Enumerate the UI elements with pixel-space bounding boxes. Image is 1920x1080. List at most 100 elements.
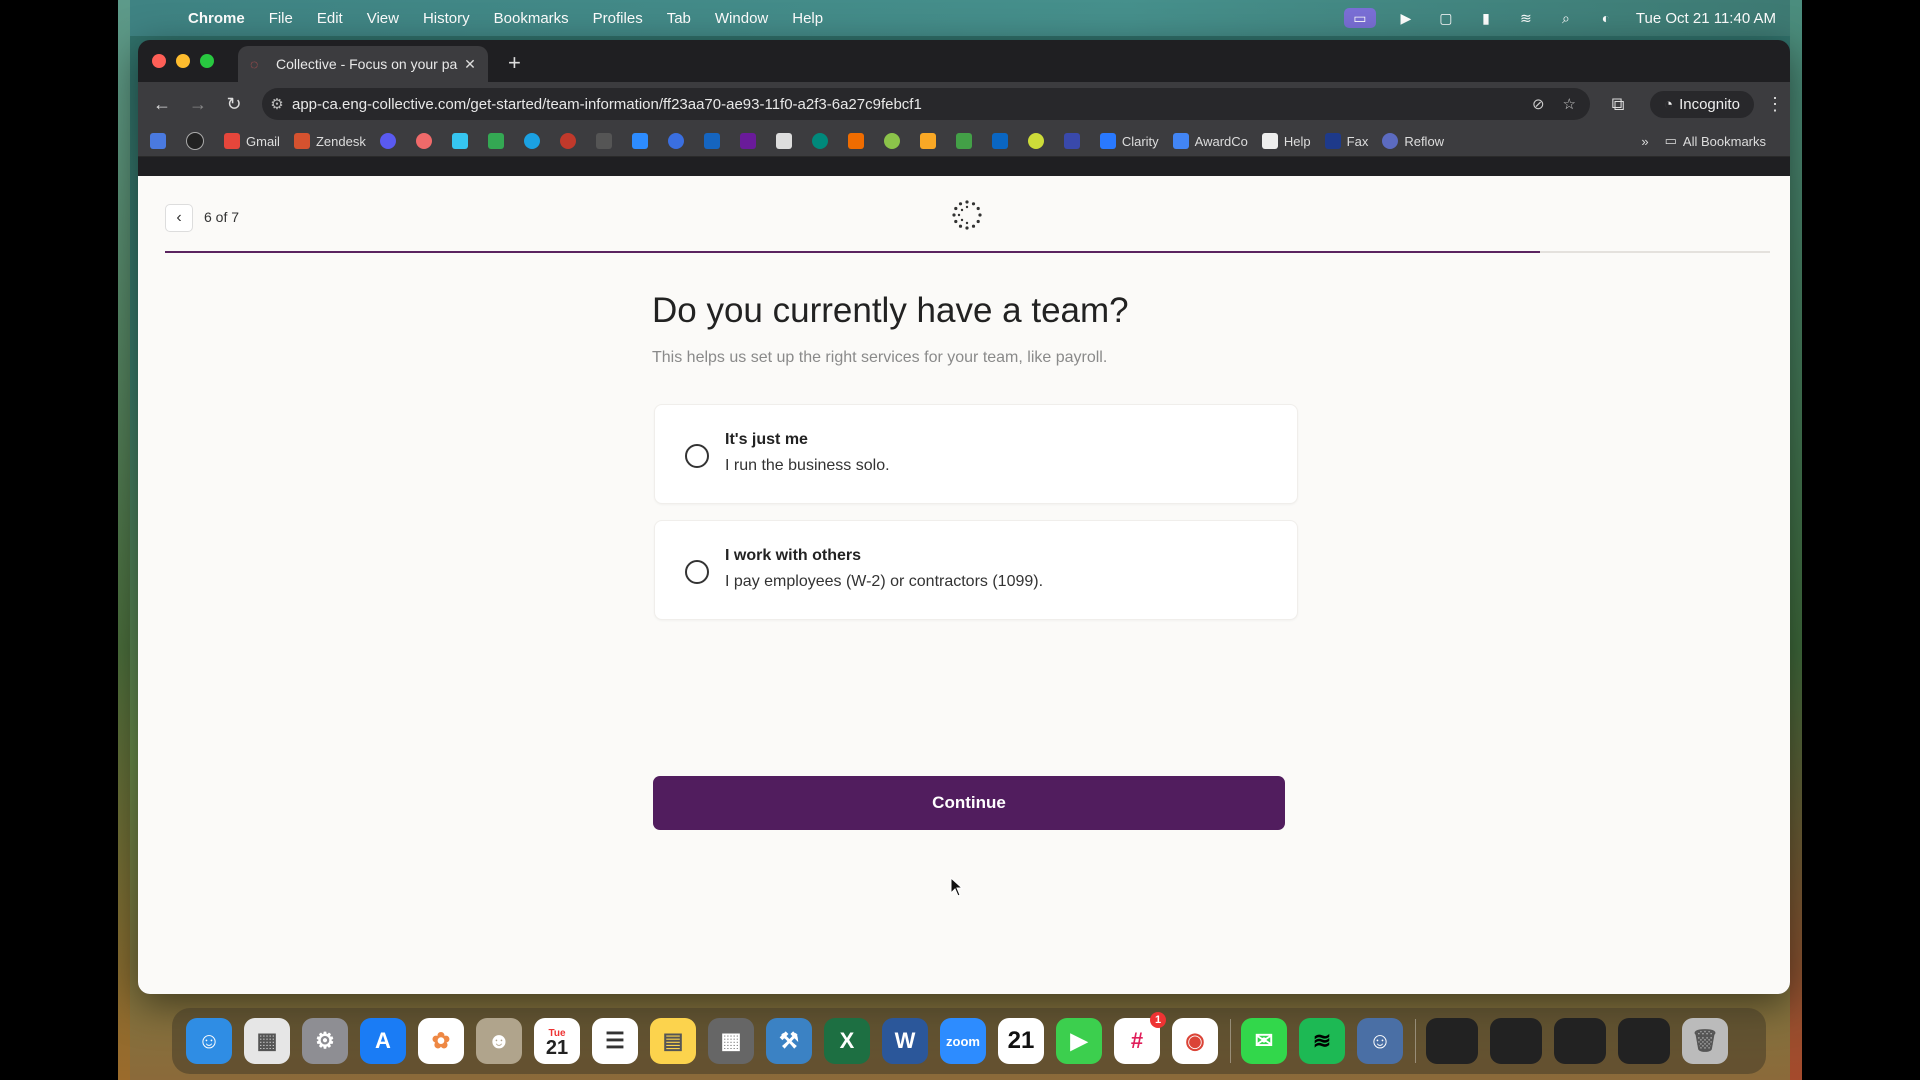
bookmark-fax[interactable]: Fax bbox=[1324, 133, 1368, 149]
contacts-icon[interactable]: ☻ bbox=[476, 1018, 522, 1064]
menubar-datetime[interactable]: Tue Oct 21 11:40 AM bbox=[1636, 10, 1776, 27]
bookmark-app9[interactable] bbox=[883, 133, 906, 149]
word-icon[interactable]: W bbox=[882, 1018, 928, 1064]
radio-work-with-others[interactable] bbox=[685, 560, 709, 584]
radio-just-me[interactable] bbox=[685, 444, 709, 468]
bookmark-reflow[interactable]: Reflow bbox=[1382, 133, 1444, 149]
option-just-me[interactable]: It's just me I run the business solo. bbox=[654, 404, 1298, 504]
eye-off-icon[interactable]: ⊘ bbox=[1532, 95, 1545, 113]
bookmark-1password[interactable] bbox=[186, 132, 210, 150]
incognito-badge[interactable]: ◔ Incognito bbox=[1650, 90, 1754, 118]
minimized-window-4[interactable] bbox=[1618, 1018, 1670, 1064]
menu-tab[interactable]: Tab bbox=[667, 10, 691, 27]
menu-window[interactable]: Window bbox=[715, 10, 768, 27]
bookmark-drive[interactable] bbox=[487, 133, 510, 149]
bookmark-app1[interactable] bbox=[379, 133, 402, 149]
bookmark-app13[interactable] bbox=[1063, 133, 1086, 149]
menu-file[interactable]: File bbox=[269, 10, 293, 27]
play-icon[interactable]: ▶ bbox=[1396, 10, 1416, 26]
screen-record-icon[interactable]: ▭ bbox=[1343, 8, 1376, 28]
minimized-window-1[interactable] bbox=[1426, 1018, 1478, 1064]
bookmark-zoom[interactable] bbox=[631, 133, 654, 149]
wifi-icon[interactable]: ≋ bbox=[1516, 10, 1536, 26]
notes-icon[interactable]: ▤ bbox=[650, 1018, 696, 1064]
calendar-icon[interactable]: Tue 21 bbox=[534, 1018, 580, 1064]
reload-icon[interactable]: ↻ bbox=[216, 94, 252, 115]
menu-bookmarks[interactable]: Bookmarks bbox=[494, 10, 569, 27]
continue-button[interactable]: Continue bbox=[653, 776, 1285, 830]
bookmark-app6[interactable] bbox=[775, 133, 798, 149]
finder-mini-icon[interactable]: ☺ bbox=[1357, 1018, 1403, 1064]
menu-edit[interactable]: Edit bbox=[317, 10, 343, 27]
menu-profiles[interactable]: Profiles bbox=[593, 10, 643, 27]
option-work-with-others[interactable]: I work with others I pay employees (W-2)… bbox=[654, 520, 1298, 620]
minimized-window-3[interactable] bbox=[1554, 1018, 1606, 1064]
star-icon[interactable]: ☆ bbox=[1563, 95, 1576, 113]
address-bar[interactable]: ⚙ app-ca.eng-collective.com/get-started/… bbox=[262, 88, 1590, 120]
trash-icon[interactable]: 🗑 bbox=[1682, 1018, 1728, 1064]
messages-icon[interactable]: ✉ bbox=[1241, 1018, 1287, 1064]
control-center-icon[interactable]: ◐ bbox=[1596, 10, 1616, 26]
bookmark-salesforce[interactable] bbox=[523, 133, 546, 149]
reminders-icon[interactable]: ☰ bbox=[592, 1018, 638, 1064]
calculator-icon[interactable]: ▦ bbox=[708, 1018, 754, 1064]
bookmark-slack[interactable] bbox=[451, 133, 474, 149]
finder-icon[interactable]: ☺ bbox=[186, 1018, 232, 1064]
app-store-icon[interactable]: A bbox=[360, 1018, 406, 1064]
close-window-button[interactable] bbox=[152, 54, 166, 68]
excel-icon[interactable]: X bbox=[824, 1018, 870, 1064]
url-text[interactable]: app-ca.eng-collective.com/get-started/te… bbox=[292, 96, 1532, 113]
spotlight-icon[interactable]: ⌕ bbox=[1556, 10, 1576, 26]
bookmark-app12[interactable] bbox=[1027, 133, 1050, 149]
bookmark-gmail[interactable]: Gmail bbox=[224, 133, 280, 149]
close-tab-icon[interactable]: ✕ bbox=[460, 56, 480, 73]
tab-collective[interactable]: ◌ Collective - Focus on your pa ✕ bbox=[238, 46, 488, 82]
xcode-icon[interactable]: ⚒ bbox=[766, 1018, 812, 1064]
bookmark-linkedin[interactable] bbox=[991, 133, 1014, 149]
facetime-icon[interactable]: ▶ bbox=[1056, 1018, 1102, 1064]
back-arrow-icon[interactable]: ← bbox=[144, 94, 180, 115]
all-bookmarks[interactable]: ▭ All Bookmarks bbox=[1665, 133, 1766, 149]
bookmark-app7[interactable] bbox=[811, 133, 834, 149]
new-tab-button[interactable]: + bbox=[508, 50, 521, 76]
bookmark-zendesk[interactable]: Zendesk bbox=[293, 133, 366, 149]
system-settings-icon[interactable]: ⚙ bbox=[302, 1018, 348, 1064]
menu-app[interactable]: Chrome bbox=[188, 10, 245, 27]
menu-help[interactable]: Help bbox=[792, 10, 823, 27]
calendar-21-icon[interactable]: 21 bbox=[998, 1018, 1044, 1064]
omnibox-actions: ⊘ ☆ bbox=[1532, 95, 1576, 113]
minimize-window-button[interactable] bbox=[176, 54, 190, 68]
bookmark-clarity[interactable]: Clarity bbox=[1099, 133, 1159, 149]
site-settings-icon[interactable]: ⚙ bbox=[262, 95, 292, 113]
chrome-icon[interactable]: ◉ bbox=[1172, 1018, 1218, 1064]
tab-search-icon[interactable]: ⧉ bbox=[1600, 94, 1636, 115]
menu-history[interactable]: History bbox=[423, 10, 470, 27]
forward-arrow-icon[interactable]: → bbox=[180, 94, 216, 115]
menu-view[interactable]: View bbox=[367, 10, 399, 27]
slack-icon[interactable]: #1 bbox=[1114, 1012, 1166, 1064]
fullscreen-window-button[interactable] bbox=[200, 54, 214, 68]
battery-icon[interactable]: ▮ bbox=[1476, 10, 1496, 26]
bookmark-collective[interactable] bbox=[559, 133, 582, 149]
bookmark-app4[interactable] bbox=[703, 133, 726, 149]
bookmark-awardco[interactable]: AwardCo bbox=[1172, 133, 1248, 149]
bookmark-app2[interactable] bbox=[595, 133, 618, 149]
back-button[interactable]: ‹ bbox=[165, 204, 193, 232]
bookmark-app8[interactable] bbox=[847, 133, 870, 149]
bookmark-asana[interactable] bbox=[415, 133, 438, 149]
option-work-with-others-title: I work with others bbox=[725, 547, 862, 564]
zoom-icon[interactable]: zoom bbox=[940, 1018, 986, 1064]
bookmark-app10[interactable] bbox=[919, 133, 942, 149]
bookmark-calendar[interactable] bbox=[150, 133, 172, 149]
bookmark-help[interactable]: Help bbox=[1261, 133, 1311, 149]
minimized-window-2[interactable] bbox=[1490, 1018, 1542, 1064]
window-icon[interactable]: ▢ bbox=[1436, 10, 1456, 26]
launchpad-icon[interactable]: ▦ bbox=[244, 1018, 290, 1064]
bookmark-app11[interactable] bbox=[955, 133, 978, 149]
bookmark-app3[interactable] bbox=[667, 133, 690, 149]
bookmark-app5[interactable] bbox=[739, 133, 762, 149]
more-menu-icon[interactable]: ⋮ bbox=[1766, 94, 1784, 115]
chevron-more-icon[interactable]: » bbox=[1641, 134, 1648, 149]
spotify-icon[interactable]: ≋ bbox=[1299, 1018, 1345, 1064]
photos-icon[interactable]: ✿ bbox=[418, 1018, 464, 1064]
